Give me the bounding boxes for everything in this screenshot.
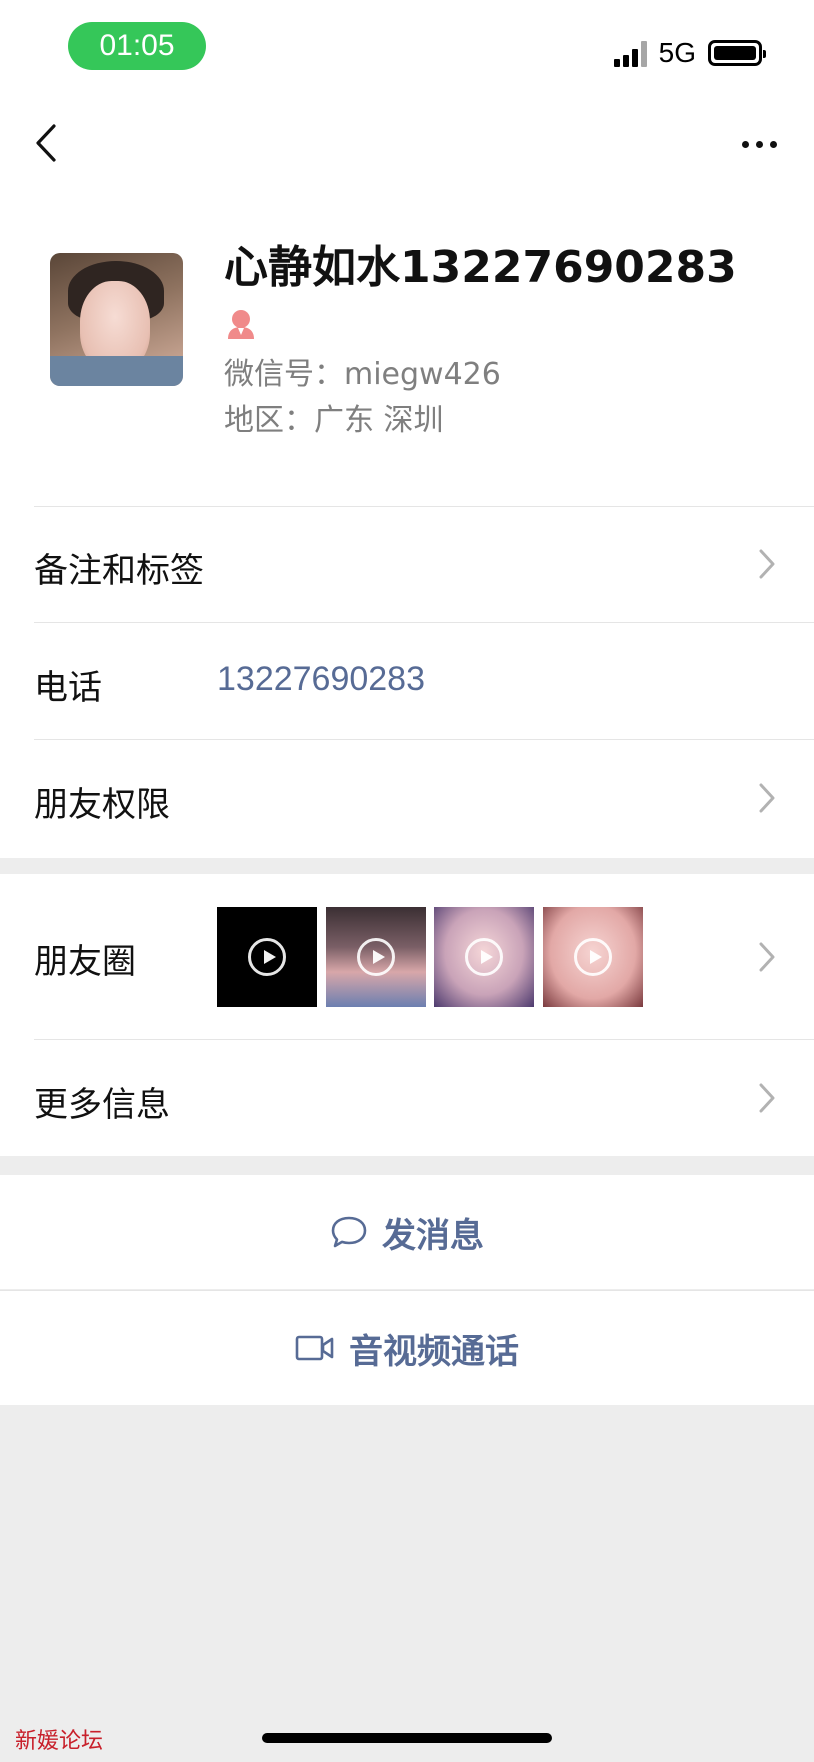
moment-thumbnail[interactable] (543, 907, 643, 1007)
more-button[interactable] (734, 124, 784, 164)
row-label: 朋友权限 (34, 785, 170, 825)
row-label: 电话 (34, 668, 102, 708)
back-button[interactable] (26, 118, 66, 168)
av-call-label: 音视频通话 (349, 1331, 519, 1372)
chevron-left-icon (36, 124, 56, 162)
battery-icon (708, 40, 766, 66)
play-icon (248, 938, 286, 976)
signal-icon (613, 39, 647, 67)
chevron-right-icon (759, 942, 775, 972)
contact-profile-screen: 01:05 5G 心静如水13227690283 微信号：miegw426 地区… (0, 0, 814, 1762)
av-call-button[interactable]: 音视频通话 (0, 1291, 814, 1405)
play-icon (357, 938, 395, 976)
row-label: 备注和标签 (34, 551, 204, 591)
row-more-info[interactable]: 更多信息 (0, 1040, 814, 1156)
row-phone[interactable]: 电话 13227690283 (0, 623, 814, 739)
moment-thumbnail[interactable] (434, 907, 534, 1007)
send-message-button[interactable]: 发消息 (0, 1175, 814, 1289)
send-message-label: 发消息 (382, 1215, 484, 1256)
moment-thumbnail[interactable] (326, 907, 426, 1007)
row-remarks-tags[interactable]: 备注和标签 (0, 507, 814, 622)
watermark: 新媛论坛 (15, 1729, 104, 1754)
chat-bubble-icon (331, 1216, 367, 1248)
play-icon (574, 938, 612, 976)
avatar[interactable] (50, 253, 183, 386)
video-camera-icon (295, 1335, 334, 1361)
wechat-id: 微信号：miegw426 (224, 357, 501, 392)
status-time: 01:05 (68, 22, 206, 70)
status-indicators: 5G (613, 36, 766, 70)
profile-card: 01:05 5G 心静如水13227690283 微信号：miegw426 地区… (0, 0, 814, 858)
chevron-right-icon (759, 1083, 775, 1113)
moment-thumbnail[interactable] (217, 907, 317, 1007)
row-moments[interactable]: 朋友圈 (0, 874, 814, 1039)
row-friend-permissions[interactable]: 朋友权限 (0, 740, 814, 856)
region: 地区：广东 深圳 (224, 403, 444, 438)
network-label: 5G (658, 37, 696, 68)
phone-number-link[interactable]: 13227690283 (217, 660, 425, 699)
play-icon (465, 938, 503, 976)
more-dots-icon (741, 140, 749, 148)
contact-name: 心静如水13227690283 (224, 242, 737, 293)
row-label: 更多信息 (34, 1085, 170, 1125)
chevron-right-icon (759, 549, 775, 579)
home-indicator[interactable] (262, 1733, 552, 1743)
female-icon (228, 310, 254, 339)
moments-section: 朋友圈 更多信息 (0, 874, 814, 1156)
row-label: 朋友圈 (34, 942, 136, 982)
chevron-right-icon (759, 783, 775, 813)
